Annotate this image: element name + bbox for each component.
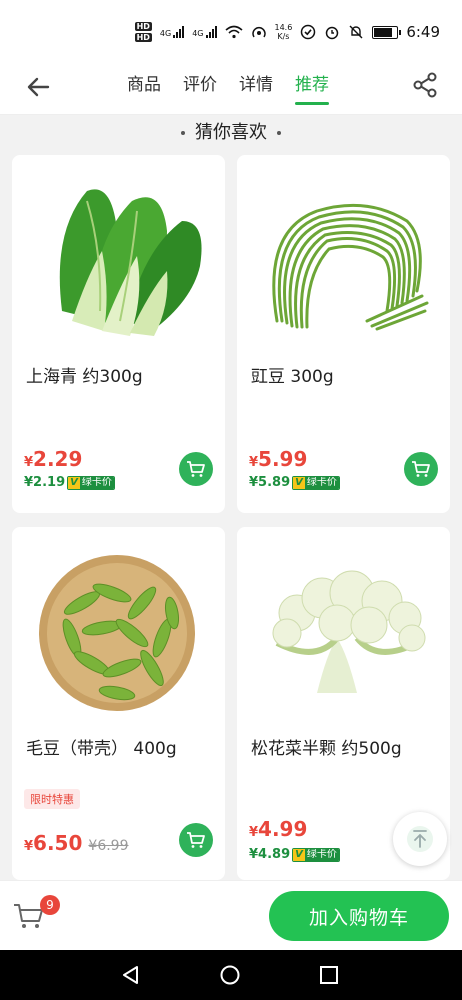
vip-price-value: ¥5.89 [249,475,291,490]
scroll-to-top-button[interactable] [393,812,447,866]
cart-icon [187,461,205,477]
add-to-cart-button[interactable] [404,452,438,486]
price-value: 4.99 [258,817,308,841]
back-arrow-icon[interactable] [24,72,54,102]
title-dot-right [277,131,281,135]
tab-reviews[interactable]: 评价 [183,70,217,105]
network-speed: 14.6 K/s [275,23,293,41]
price-value: 5.99 [258,447,308,471]
edamame-image [39,555,195,711]
vip-label: 绿卡价 [304,848,339,861]
signal-label-2: 4G [192,29,204,38]
tab-recommend[interactable]: 推荐 [295,70,329,105]
alarm-icon [326,26,339,40]
recents-square-icon[interactable] [318,964,340,986]
product-price: ¥2.29 [24,447,82,471]
section-title: 猜你喜欢 [0,118,462,144]
vip-price-value: ¥2.19 [24,475,66,490]
hd-label-1: HD [134,22,152,31]
green-card-badge: V 绿卡价 [292,475,340,490]
signal-icon-1: 4G [159,26,185,38]
vip-label: 绿卡价 [304,476,339,489]
cart-count-badge: 9 [40,895,60,915]
product-card[interactable]: 豇豆 300g ¥5.99 ¥5.89 V 绿卡价 [237,155,450,513]
product-name: 上海青 约300g [26,367,143,387]
network-unit: K/s [277,32,290,41]
product-card[interactable]: 毛豆（带壳） 400g 限时特惠 ¥6.50 ¥6.99 [12,527,225,880]
product-name: 松花菜半颗 约500g [251,739,402,759]
vip-letter: V [68,476,80,489]
tab-product[interactable]: 商品 [127,70,161,105]
cart-icon [412,461,430,477]
tab-bar: 商品 评价 详情 推荐 [127,70,329,105]
product-price: ¥5.99 [249,447,307,471]
bottom-action-bar: 9 加入购物车 [0,880,462,951]
product-price: ¥6.50 ¥6.99 [24,831,129,855]
cart-icon [187,832,205,848]
hotspot-icon [251,27,266,38]
arrow-up-icon [407,826,433,852]
clock: 6:49 [406,23,440,41]
product-name: 毛豆（带壳） 400g [26,739,177,759]
signal-label-1: 4G [159,29,172,38]
original-price: ¥6.99 [88,838,129,854]
vip-price-value: ¥4.89 [249,847,291,862]
top-nav: 商品 评价 详情 推荐 [0,62,462,115]
add-to-cart-button[interactable] [179,452,213,486]
vip-letter: V [293,476,305,489]
signal-icon-2: 4G [192,26,217,38]
long-beans-image [272,203,429,331]
green-card-badge: V 绿卡价 [292,847,340,862]
mute-bell-icon [349,25,363,39]
back-triangle-icon[interactable] [120,964,142,986]
add-to-cart-main-button[interactable]: 加入购物车 [269,891,449,941]
green-card-badge: V 绿卡价 [67,475,115,490]
section-title-text: 猜你喜欢 [195,122,267,143]
promo-tag: 限时特惠 [24,789,80,809]
currency-symbol: ¥ [249,455,259,470]
vip-price: ¥4.89 V 绿卡价 [249,847,340,862]
cauliflower-image [272,570,426,693]
network-rate: 14.6 [274,23,293,32]
wifi-icon [224,25,243,39]
status-icons: HD HD 4G 4G 14.6 K/s 6:49 [134,22,440,42]
currency-symbol: ¥ [24,839,34,854]
product-name: 豇豆 300g [251,367,334,387]
vip-letter: V [293,848,305,861]
vip-price: ¥5.89 V 绿卡价 [249,475,340,490]
system-navigation-bar [0,950,462,1000]
hd-label-2: HD [134,33,152,42]
currency-symbol: ¥ [249,825,259,840]
price-value: 6.50 [33,831,83,855]
check-circle-icon [301,24,316,40]
hd-indicator: HD HD [134,22,152,42]
bok-choy-image [59,189,202,336]
home-circle-icon[interactable] [219,964,241,986]
add-to-cart-button[interactable] [179,823,213,857]
battery-icon [372,25,402,39]
vip-price: ¥2.19 V 绿卡价 [24,475,115,490]
status-bar: HD HD 4G 4G 14.6 K/s 6:49 [0,0,462,62]
product-price: ¥4.99 [249,817,307,841]
tab-details[interactable]: 详情 [239,70,273,105]
price-value: 2.29 [33,447,83,471]
currency-symbol: ¥ [24,455,34,470]
vip-label: 绿卡价 [79,476,114,489]
share-icon[interactable] [412,72,438,98]
product-card[interactable]: 上海青 约300g ¥2.29 ¥2.19 V 绿卡价 [12,155,225,513]
title-dot-left [181,131,185,135]
